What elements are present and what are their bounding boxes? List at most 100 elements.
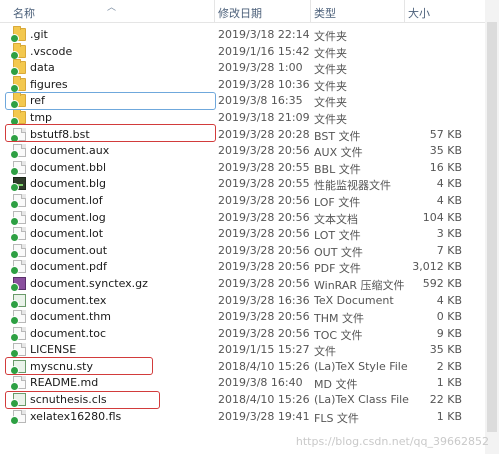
file-date: 2019/3/28 1:00: [218, 61, 303, 75]
file-size: 0 KB: [436, 310, 462, 324]
file-type: 性能监视器文件: [314, 179, 391, 193]
file-date: 2018/4/10 15:26: [218, 393, 310, 407]
file-row[interactable]: document.lot 2019/3/28 20:56 LOT 文件 3 KB: [0, 225, 499, 243]
file-row[interactable]: LICENSE 2019/1/15 15:27 文件 35 KB: [0, 341, 499, 359]
file-type: TOC 文件: [314, 328, 363, 342]
file-name: README.md: [30, 376, 99, 390]
file-type: TeX Document: [314, 293, 394, 307]
sync-status-icon: [10, 415, 19, 425]
file-row[interactable]: document.blg 2019/3/28 20:55 性能监视器文件 4 KB: [0, 175, 499, 193]
file-date: 2019/3/28 16:36: [218, 293, 310, 307]
file-name: .git: [30, 28, 48, 41]
vertical-scrollbar[interactable]: [485, 0, 499, 454]
file-date: 2019/3/8 16:40: [218, 376, 303, 390]
file-type: BST 文件: [314, 129, 361, 143]
file-name: LICENSE: [30, 343, 77, 357]
file-row[interactable]: document.tex 2019/3/28 16:36 TeX Document 4…: [0, 292, 499, 309]
file-name: document.lof: [30, 193, 103, 207]
file-row[interactable]: document.aux 2019/3/28 20:56 AUX 文件 35 KB: [0, 142, 499, 160]
file-name: document.bbl: [30, 160, 107, 174]
file-size: 4 KB: [436, 193, 462, 207]
column-divider[interactable]: [214, 0, 215, 22]
file-type: FLS 文件: [314, 411, 359, 425]
file-size: 57 KB: [429, 127, 462, 141]
file-name: document.tex: [30, 293, 107, 307]
file-row[interactable]: .git 2019/3/18 22:14 文件夹: [0, 26, 499, 43]
file-name: document.toc: [30, 326, 107, 340]
file-type: 文件夹: [314, 63, 347, 77]
scrollbar-thumb[interactable]: [487, 22, 497, 432]
column-divider[interactable]: [310, 0, 311, 22]
sort-ascending-icon: ︿: [107, 3, 117, 13]
file-row[interactable]: README.md 2019/3/8 16:40 MD 文件 1 KB: [0, 374, 499, 392]
annotation-box: [5, 124, 216, 142]
column-name-header[interactable]: 名称: [13, 5, 35, 21]
column-divider[interactable]: [404, 0, 405, 22]
column-date-header[interactable]: 修改日期: [218, 5, 262, 21]
file-date: 2019/3/28 20:56: [218, 260, 310, 274]
file-row[interactable]: document.out 2019/3/28 20:56 OUT 文件 7 KB: [0, 242, 499, 259]
file-type: 文件夹: [314, 46, 347, 60]
file-name: document.synctex.gz: [30, 276, 148, 290]
file-size: 7 KB: [436, 243, 462, 257]
file-type: PDF 文件: [314, 262, 361, 276]
file-date: 2019/3/28 10:36: [218, 77, 310, 91]
column-header: 名称 ︿ 修改日期 类型 大小: [0, 0, 499, 23]
file-type: (La)TeX Style File: [314, 359, 408, 373]
file-date: 2019/3/18 21:09: [218, 110, 310, 124]
file-type: 文件夹: [314, 112, 347, 126]
file-size: 592 KB: [422, 276, 462, 290]
file-size: 104 KB: [422, 210, 462, 224]
file-date: 2019/3/28 20:28: [218, 127, 310, 141]
file-row[interactable]: data 2019/3/28 1:00 文件夹: [0, 59, 499, 77]
file-date: 2019/3/28 20:56: [218, 193, 310, 207]
file-date: 2019/3/8 16:35: [218, 94, 303, 108]
file-type: WinRAR 压缩文件: [314, 278, 405, 292]
file-date: 2019/3/18 22:14: [218, 28, 310, 41]
file-size: 3 KB: [436, 227, 462, 241]
file-date: 2019/3/28 20:55: [218, 160, 310, 174]
file-size: 1 KB: [436, 376, 462, 390]
file-date: 2019/3/28 20:56: [218, 210, 310, 224]
file-name: .vscode: [30, 44, 73, 58]
file-row[interactable]: figures 2019/3/28 10:36 文件夹: [0, 75, 499, 93]
file-row[interactable]: document.toc 2019/3/28 20:56 TOC 文件 9 KB: [0, 325, 499, 342]
file-row[interactable]: document.bbl 2019/3/28 20:55 BBL 文件 16 KB: [0, 159, 499, 176]
file-type: 文件夹: [314, 96, 347, 110]
file-type: 文件夹: [314, 79, 347, 93]
file-row[interactable]: xelatex16280.fls 2019/3/28 19:41 FLS 文件 1 K…: [0, 408, 499, 425]
file-name: figures: [30, 77, 68, 91]
file-date: 2019/3/28 20:56: [218, 276, 310, 290]
file-date: 2019/3/28 19:41: [218, 409, 310, 423]
file-row[interactable]: .vscode 2019/1/16 15:42 文件夹: [0, 42, 499, 60]
file-size: 22 KB: [429, 393, 462, 407]
file-type: LOF 文件: [314, 195, 361, 209]
file-row[interactable]: document.pdf 2019/3/28 20:56 PDF 文件 3,012 K…: [0, 258, 499, 276]
file-row[interactable]: document.synctex.gz 2019/3/28 20:56 WinRAR…: [0, 275, 499, 292]
file-date: 2019/3/28 20:56: [218, 144, 310, 158]
column-type-header[interactable]: 类型: [314, 5, 336, 21]
file-type: OUT 文件: [314, 245, 363, 259]
file-name: data: [30, 61, 55, 75]
file-size: 3,012 KB: [412, 260, 462, 274]
watermark: https://blog.csdn.net/qq_39662852: [295, 435, 489, 448]
file-size: 1 KB: [436, 409, 462, 423]
file-row[interactable]: document.lof 2019/3/28 20:56 LOF 文件 4 KB: [0, 192, 499, 209]
file-type: BBL 文件: [314, 162, 361, 176]
file-row[interactable]: document.log 2019/3/28 20:56 文本文档 104 KB: [0, 209, 499, 226]
file-type: 文件夹: [314, 30, 347, 43]
file-name: document.lot: [30, 227, 104, 241]
annotation-box: [5, 391, 160, 409]
file-row[interactable]: document.thm 2019/3/28 20:56 THM 文件 0 KB: [0, 308, 499, 326]
file-type: AUX 文件: [314, 146, 363, 160]
file-size: 4 KB: [436, 177, 462, 191]
file-type: 文件: [314, 345, 336, 359]
file-size: 9 KB: [436, 326, 462, 340]
file-name: document.out: [30, 243, 108, 257]
file-name: document.aux: [30, 144, 110, 158]
file-date: 2019/3/28 20:56: [218, 243, 310, 257]
file-name: document.pdf: [30, 260, 107, 274]
column-size-header[interactable]: 大小: [408, 5, 430, 21]
file-size: 35 KB: [429, 144, 462, 158]
file-size: 35 KB: [429, 343, 462, 357]
